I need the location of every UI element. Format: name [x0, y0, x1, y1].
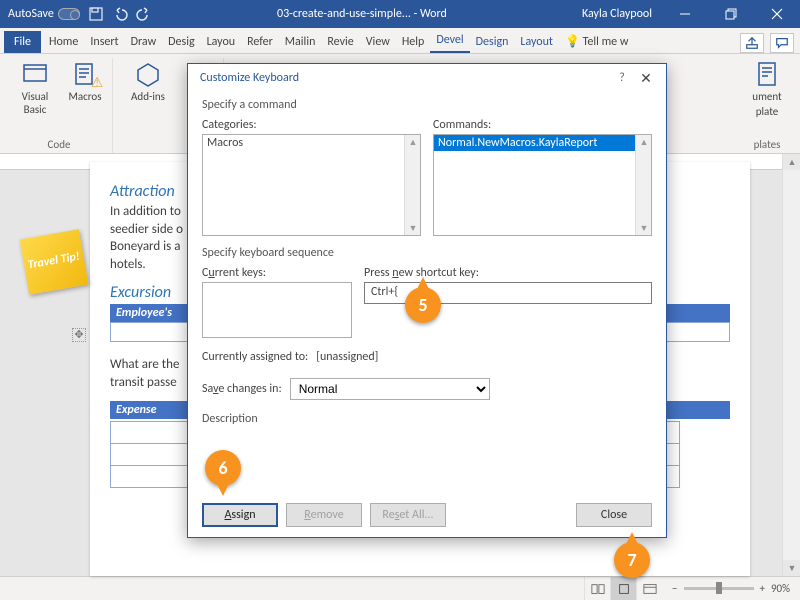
addins-label: Add-ins: [131, 90, 165, 103]
restore-button[interactable]: [708, 0, 754, 28]
ribbon-group-templates: ument plate plates: [740, 58, 794, 153]
document-title: 03-create-and-use-simple... - Word: [152, 7, 572, 21]
ribbon-tabs: File Home Insert Draw Desig Layou Refer …: [0, 28, 800, 54]
group-label-code: Code: [48, 138, 71, 153]
tab-review[interactable]: Revie: [321, 31, 359, 53]
tell-me-label: Tell me w: [583, 35, 629, 49]
tab-draw[interactable]: Draw: [125, 31, 163, 53]
template-icon: [753, 60, 781, 88]
tab-home[interactable]: Home: [43, 31, 84, 53]
tab-developer[interactable]: Devel: [430, 29, 469, 53]
categories-listbox[interactable]: Macros ▲▼: [202, 134, 421, 236]
web-layout-button[interactable]: [636, 577, 662, 600]
tab-table-layout[interactable]: Layout: [514, 31, 559, 53]
visual-basic-button[interactable]: Visual Basic: [12, 58, 58, 118]
zoom-level[interactable]: 90%: [771, 582, 790, 595]
tab-mailings[interactable]: Mailin: [279, 31, 322, 53]
commands-listbox[interactable]: Normal.NewMacros.KaylaReport ▲▼: [433, 134, 652, 236]
reset-all-button: Reset All...: [370, 503, 446, 527]
callout-7: 7: [614, 542, 650, 578]
save-changes-label: Save changes in:: [202, 382, 282, 396]
table-anchor-icon[interactable]: ✥: [72, 328, 86, 342]
vertical-scrollbar[interactable]: ▲ ▼: [782, 154, 800, 576]
tab-design[interactable]: Desig: [162, 31, 200, 53]
status-bar: − + 90%: [0, 576, 800, 600]
addins-button[interactable]: Add-ins: [127, 58, 169, 105]
remove-button: Remove: [286, 503, 362, 527]
specify-command-label: Specify a command: [202, 98, 652, 112]
description-label: Description: [202, 412, 652, 426]
share-button[interactable]: [740, 33, 764, 53]
commands-label: Commands:: [433, 118, 652, 132]
macros-label: Macros: [68, 90, 101, 103]
autosave-toggle[interactable]: AutoSave: [8, 7, 80, 21]
tab-references[interactable]: Refer: [241, 31, 279, 53]
scroll-down-icon[interactable]: ▼: [783, 560, 800, 576]
toggle-off-icon: [58, 8, 80, 20]
save-icon[interactable]: [88, 6, 104, 22]
close-window-button[interactable]: [754, 0, 800, 28]
current-keys-label: Current keys:: [202, 266, 352, 280]
assign-button[interactable]: Assign: [202, 503, 278, 527]
tab-insert[interactable]: Insert: [84, 31, 124, 53]
assigned-to-label: Currently assigned to:: [202, 350, 308, 364]
sticky-note: Travel Tip!: [20, 229, 89, 295]
minimize-button[interactable]: [662, 0, 708, 28]
warning-icon: ⚠: [91, 74, 104, 91]
current-keys-listbox[interactable]: [202, 282, 352, 338]
title-bar: AutoSave 03-create-and-use-simple... - W…: [0, 0, 800, 28]
tab-view[interactable]: View: [360, 31, 396, 53]
tab-file[interactable]: File: [4, 31, 41, 53]
tell-me[interactable]: 💡 Tell me w: [559, 30, 634, 53]
read-mode-button[interactable]: [584, 577, 610, 600]
press-new-label: Press new shortcut key:: [364, 266, 652, 280]
callout-6: 6: [205, 450, 241, 486]
categories-label: Categories:: [202, 118, 421, 132]
zoom-in-button[interactable]: +: [760, 582, 765, 595]
help-button[interactable]: ?: [610, 71, 634, 85]
addins-icon: [134, 60, 162, 88]
tab-layout[interactable]: Layou: [201, 31, 242, 53]
callout-5: 5: [405, 287, 441, 323]
undo-icon[interactable]: [112, 6, 128, 22]
print-layout-button[interactable]: [610, 577, 636, 600]
list-item[interactable]: Normal.NewMacros.KaylaReport: [434, 135, 651, 151]
specify-sequence-label: Specify keyboard sequence: [202, 246, 652, 260]
save-changes-select[interactable]: Normal: [290, 378, 490, 400]
visual-basic-icon: [21, 60, 49, 88]
visual-basic-label: Visual Basic: [14, 90, 56, 116]
redo-icon[interactable]: [136, 6, 152, 22]
user-name[interactable]: Kayla Claypool: [572, 7, 662, 21]
zoom-out-button[interactable]: −: [672, 582, 677, 595]
dialog-titlebar[interactable]: Customize Keyboard ? ✕: [188, 64, 666, 92]
ribbon-group-code: Visual Basic ⚠ Macros Code: [6, 58, 113, 153]
tab-table-design[interactable]: Design: [470, 31, 515, 53]
close-button[interactable]: Close: [576, 503, 652, 527]
dialog-title: Customize Keyboard: [200, 71, 610, 85]
autosave-label: AutoSave: [8, 7, 54, 21]
template-label-1: ument: [752, 90, 781, 103]
template-label-2: plate: [756, 105, 779, 118]
macros-button[interactable]: ⚠ Macros: [64, 58, 106, 105]
scroll-up-icon[interactable]: ▲: [783, 154, 800, 170]
assigned-to-value: [unassigned]: [316, 350, 378, 364]
dialog-close-button[interactable]: ✕: [634, 70, 658, 87]
document-template-button[interactable]: ument plate: [746, 58, 788, 120]
group-label-templates: plates: [754, 138, 781, 153]
list-item[interactable]: Macros: [203, 135, 420, 151]
zoom-slider[interactable]: [684, 587, 754, 590]
comments-button[interactable]: [770, 33, 794, 53]
tab-help[interactable]: Help: [396, 31, 431, 53]
